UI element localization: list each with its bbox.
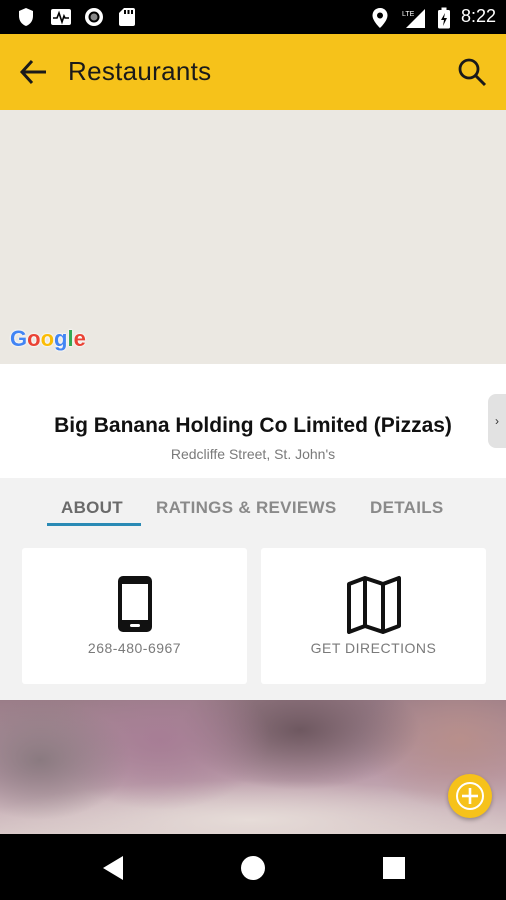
place-info: Big Banana Holding Co Limited (Pizzas) R… [0, 364, 506, 478]
tab-ratings-reviews[interactable]: RATINGS & REVIEWS [156, 498, 336, 518]
battery-charging-icon [437, 7, 451, 28]
triangle-back-icon [103, 856, 123, 880]
google-logo: Google [10, 326, 86, 351]
directions-card[interactable]: GET DIRECTIONS [261, 548, 486, 684]
tab-indicator [47, 523, 141, 526]
plus-icon [456, 782, 484, 810]
app-bar: Restaurants [0, 34, 506, 110]
record-icon [84, 7, 104, 27]
map-icon [261, 574, 486, 634]
place-address: Redcliffe Street, St. John's [170, 446, 336, 462]
get-directions-label: GET DIRECTIONS [310, 640, 437, 656]
side-panel-handle[interactable]: › [488, 394, 506, 448]
nav-back-button[interactable] [99, 854, 127, 882]
circle-home-icon [241, 856, 265, 880]
sd-card-icon [118, 7, 138, 27]
place-name: Big Banana Holding Co Limited (Pizzas) [54, 414, 452, 437]
square-recents-icon [383, 857, 405, 879]
place-photo[interactable] [0, 700, 506, 834]
shield-icon [16, 7, 36, 27]
status-bar-right: LTE 8:22 [371, 6, 496, 28]
chevron-right-icon: › [495, 414, 499, 428]
search-icon [458, 58, 487, 87]
tab-bar: ABOUT RATINGS & REVIEWS DETAILS [0, 478, 506, 530]
status-bar-left [16, 7, 138, 27]
nav-home-button[interactable] [239, 854, 267, 882]
search-button[interactable] [454, 54, 490, 90]
arrow-left-icon [19, 59, 46, 85]
tab-details[interactable]: DETAILS [370, 498, 444, 518]
status-bar: LTE 8:22 [0, 0, 506, 34]
status-time: 8:22 [460, 6, 496, 26]
phone-icon [22, 574, 247, 634]
location-icon [371, 7, 391, 28]
phone-number: 268-480-6967 [87, 640, 182, 656]
page-title: Restaurants [68, 56, 212, 86]
tab-about[interactable]: ABOUT [61, 498, 123, 518]
nav-recents-button[interactable] [380, 854, 408, 882]
lte-signal-icon: LTE [401, 7, 427, 28]
add-button[interactable] [448, 774, 492, 818]
system-nav-bar [0, 834, 506, 900]
map-view[interactable]: Google [0, 110, 506, 364]
call-card[interactable]: 268-480-6967 [22, 548, 247, 684]
activity-icon [50, 7, 71, 27]
back-button[interactable] [16, 54, 52, 90]
svg-text:LTE: LTE [402, 11, 415, 18]
